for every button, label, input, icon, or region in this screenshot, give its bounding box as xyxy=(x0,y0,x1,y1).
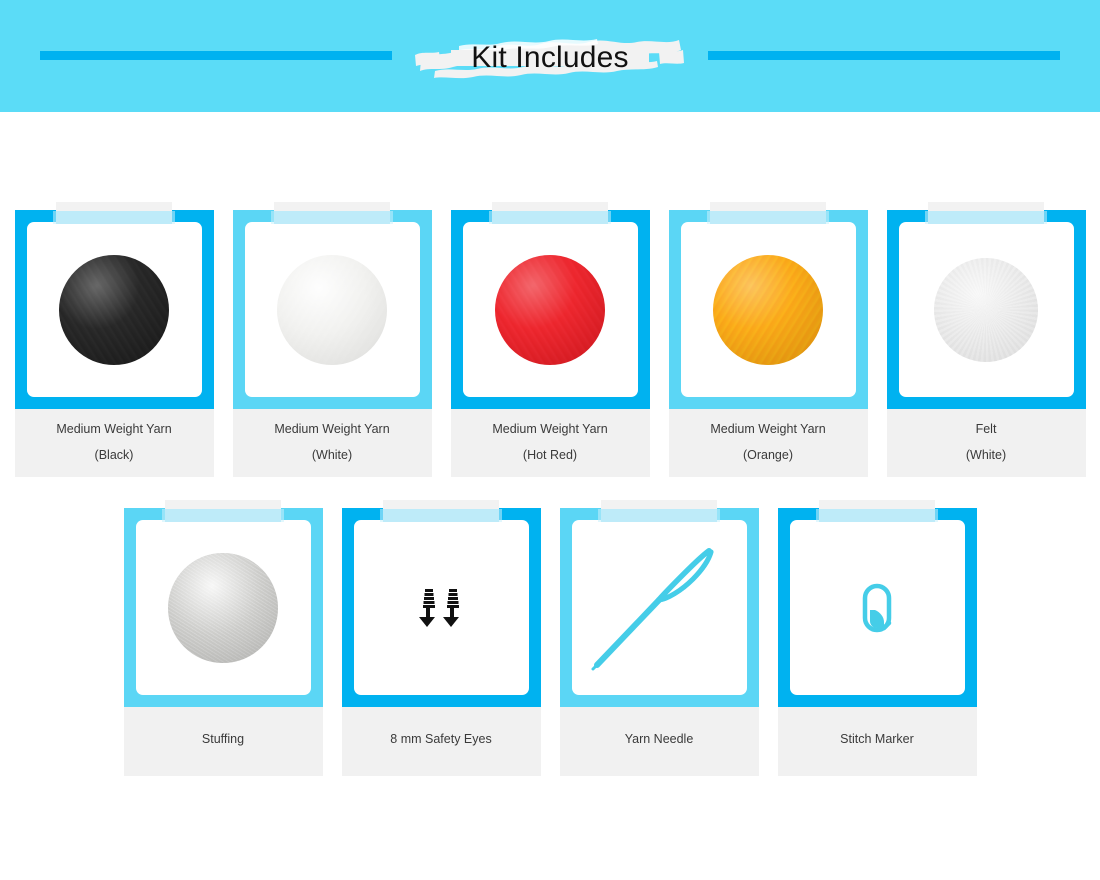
card-title: Stitch Marker xyxy=(840,732,914,746)
card-subtitle: (Hot Red) xyxy=(522,447,578,462)
card-media xyxy=(245,222,420,397)
card-subtitle: (White) xyxy=(965,447,1007,462)
notions-row: Stuffing 8 mm Safety Eyes Yarn Needle St… xyxy=(0,500,1100,776)
tape-strip-icon xyxy=(162,500,284,522)
yarn-ball-red xyxy=(495,254,605,365)
card-media xyxy=(354,520,529,695)
safety-eyes-icon xyxy=(419,588,459,627)
card-media xyxy=(681,222,856,397)
card-caption: Stitch Marker xyxy=(777,707,977,776)
card-title: Medium Weight Yarn xyxy=(492,422,608,436)
card-caption: 8 mm Safety Eyes xyxy=(341,707,541,776)
card-media xyxy=(27,222,202,397)
yarn-ball-white xyxy=(277,254,387,365)
card-caption: Medium Weight Yarn (Hot Red) xyxy=(450,409,650,477)
kit-item-card[interactable]: Medium Weight Yarn (Hot Red) xyxy=(450,202,650,477)
card-frame xyxy=(668,202,868,409)
yarn-needle-icon xyxy=(591,547,714,670)
header-rule-left xyxy=(40,51,392,60)
card-title: Felt xyxy=(975,422,997,436)
card-title: Medium Weight Yarn xyxy=(56,422,172,436)
page-title-block: Kit Includes xyxy=(415,30,685,86)
card-title: Stuffing xyxy=(201,732,245,746)
header-rule-right xyxy=(708,51,1060,60)
card-frame xyxy=(886,202,1086,409)
kit-item-card[interactable]: Yarn Needle xyxy=(559,500,759,776)
yarn-ball-orange xyxy=(713,254,823,365)
card-subtitle: (White) xyxy=(311,447,353,462)
card-caption: Felt (White) xyxy=(886,409,1086,477)
page-title: Kit Includes xyxy=(471,41,629,74)
tape-strip-icon xyxy=(598,500,720,522)
card-media xyxy=(572,520,747,695)
card-frame xyxy=(341,500,541,707)
kit-item-card[interactable]: Stitch Marker xyxy=(777,500,977,776)
kit-item-card[interactable]: 8 mm Safety Eyes xyxy=(341,500,541,776)
materials-row: Medium Weight Yarn (Black) Medium Weight… xyxy=(0,202,1100,477)
card-media xyxy=(463,222,638,397)
stitch-marker-icon xyxy=(862,583,892,632)
kit-item-card[interactable]: Stuffing xyxy=(123,500,323,776)
card-frame xyxy=(14,202,214,409)
kit-item-card[interactable]: Medium Weight Yarn (White) xyxy=(232,202,432,477)
card-caption: Medium Weight Yarn (White) xyxy=(232,409,432,477)
card-frame xyxy=(232,202,432,409)
tape-strip-icon xyxy=(271,202,393,224)
tape-strip-icon xyxy=(53,202,175,224)
kit-item-card[interactable]: Medium Weight Yarn (Orange) xyxy=(668,202,868,477)
page-header: Kit Includes xyxy=(0,0,1100,112)
card-frame xyxy=(559,500,759,707)
card-caption: Medium Weight Yarn (Black) xyxy=(14,409,214,477)
card-frame xyxy=(450,202,650,409)
kit-item-card[interactable]: Felt (White) xyxy=(886,202,1086,477)
tape-strip-icon xyxy=(380,500,502,522)
card-media xyxy=(136,520,311,695)
card-caption: Stuffing xyxy=(123,707,323,776)
stuffing-ball xyxy=(168,552,278,663)
card-caption: Medium Weight Yarn (Orange) xyxy=(668,409,868,477)
card-media xyxy=(790,520,965,695)
card-title: Yarn Needle xyxy=(624,732,694,746)
card-media xyxy=(899,222,1074,397)
card-frame xyxy=(777,500,977,707)
tape-strip-icon xyxy=(816,500,938,522)
kit-item-card[interactable]: Medium Weight Yarn (Black) xyxy=(14,202,214,477)
card-frame xyxy=(123,500,323,707)
tape-strip-icon xyxy=(925,202,1047,224)
card-title: Medium Weight Yarn xyxy=(274,422,390,436)
card-title: 8 mm Safety Eyes xyxy=(390,732,492,746)
card-caption: Yarn Needle xyxy=(559,707,759,776)
yarn-ball-black xyxy=(59,254,169,365)
kit-contents: Medium Weight Yarn (Black) Medium Weight… xyxy=(0,202,1100,776)
felt-disc-white xyxy=(934,257,1038,362)
tape-strip-icon xyxy=(707,202,829,224)
tape-strip-icon xyxy=(489,202,611,224)
card-subtitle: (Orange) xyxy=(742,447,794,462)
card-title: Medium Weight Yarn xyxy=(710,422,826,436)
card-subtitle: (Black) xyxy=(94,447,134,462)
